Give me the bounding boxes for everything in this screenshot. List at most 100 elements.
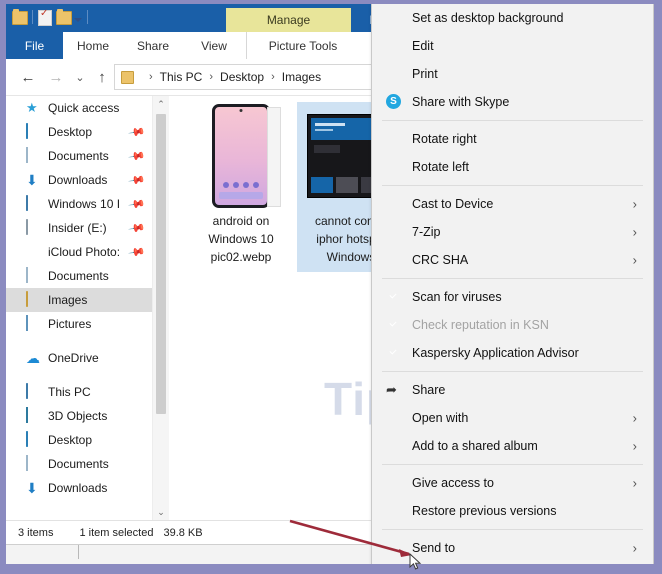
folder-icon[interactable] xyxy=(12,8,28,25)
sidebar-item-images[interactable]: Images xyxy=(6,288,152,312)
tab-share[interactable]: Share xyxy=(124,32,182,59)
chevron-right-icon: › xyxy=(632,475,637,491)
sidebar-item-downloads-2[interactable]: ⬇ Downloads xyxy=(6,476,152,500)
tab-home[interactable]: Home xyxy=(64,32,122,59)
menu-item-crc-sha[interactable]: CRC SHA › xyxy=(372,246,653,274)
contextual-tab-group-manage[interactable]: Manage xyxy=(226,8,351,32)
sidebar-item-label: Documents xyxy=(48,149,109,163)
properties-icon[interactable] xyxy=(38,8,53,26)
pin-icon: 📌 xyxy=(127,172,146,190)
sidebar-item-pictures[interactable]: Pictures xyxy=(6,312,152,336)
menu-item-cast-to-device[interactable]: Cast to Device › xyxy=(372,190,653,218)
onedrive-icon: ☁ xyxy=(26,350,40,366)
scroll-down-icon[interactable]: ⌄ xyxy=(153,504,169,520)
forward-icon[interactable]: → xyxy=(46,67,66,87)
kaspersky-icon xyxy=(386,317,402,333)
menu-item-scan-for-viruses[interactable]: Scan for viruses xyxy=(372,283,653,311)
pin-icon: 📌 xyxy=(127,148,146,166)
menu-item-label: Restore previous versions xyxy=(412,504,557,518)
navigation-scrollbar[interactable]: ⌃ ⌄ xyxy=(152,96,169,520)
menu-item-rotate-left[interactable]: Rotate left xyxy=(372,153,653,181)
3d-objects-icon xyxy=(26,407,42,424)
breadcrumb-item-desktop[interactable]: Desktop xyxy=(220,70,264,84)
menu-item-7-zip[interactable]: 7-Zip › xyxy=(372,218,653,246)
menu-item-rotate-right[interactable]: Rotate right xyxy=(372,125,653,153)
contextual-group-label: Manage xyxy=(266,13,311,27)
menu-item-label: Share xyxy=(412,383,446,397)
menu-separator xyxy=(382,529,643,530)
up-icon[interactable]: ↑ xyxy=(92,67,112,87)
menu-item-share[interactable]: ➦ Share xyxy=(372,376,653,404)
menu-item-print[interactable]: Print xyxy=(372,60,653,88)
navigation-pane: ★ Quick access Desktop 📌 Documents 📌 ⬇ D… xyxy=(6,96,152,520)
sidebar-item-label: Documents xyxy=(48,269,109,283)
menu-item-label: Kaspersky Application Advisor xyxy=(412,346,579,360)
sidebar-item-windows-10[interactable]: Windows 10 I 📌 xyxy=(6,192,152,216)
menu-item-label: Add to a shared album xyxy=(412,439,538,453)
menu-item-add-to-a-shared-album[interactable]: Add to a shared album › xyxy=(372,432,653,460)
menu-item-restore-previous-versions[interactable]: Restore previous versions xyxy=(372,497,653,525)
breadcrumb-item-images[interactable]: Images xyxy=(282,70,321,84)
scrollbar-thumb[interactable] xyxy=(156,114,166,414)
toolbar-divider-2 xyxy=(87,9,88,24)
list-item[interactable]: android on Windows 10 pic02.webp xyxy=(187,102,295,272)
pc-icon xyxy=(26,195,42,212)
sidebar-item-desktop-2[interactable]: Desktop xyxy=(6,428,152,452)
sidebar-item-this-pc[interactable]: This PC xyxy=(6,380,152,404)
menu-item-kaspersky-application-advisor[interactable]: Kaspersky Application Advisor xyxy=(372,339,653,367)
desktop-icon xyxy=(26,123,42,140)
sidebar-item-label: iCloud Photo: xyxy=(48,245,121,259)
breadcrumb-separator-2: › xyxy=(271,71,275,83)
documents-icon xyxy=(26,267,42,284)
share-icon: ➦ xyxy=(386,382,397,397)
sidebar-item-label: This PC xyxy=(48,385,91,399)
customize-caret-icon[interactable] xyxy=(74,17,82,22)
sidebar-item-onedrive[interactable]: ☁ OneDrive xyxy=(6,346,152,370)
android-phone-screenshot-thumbnail xyxy=(187,102,295,210)
sidebar-item-documents[interactable]: Documents 📌 xyxy=(6,144,152,168)
documents-icon xyxy=(26,455,42,472)
file-explorer-window: Manage Images File Home Share View Pictu… xyxy=(6,4,654,564)
new-folder-icon[interactable] xyxy=(56,8,72,25)
menu-item-label: Rotate left xyxy=(412,160,469,174)
menu-separator xyxy=(382,278,643,279)
menu-item-edit[interactable]: Edit xyxy=(372,32,653,60)
breadcrumb-item-this-pc[interactable]: This PC xyxy=(160,70,203,84)
tab-share-label: Share xyxy=(136,38,170,53)
sidebar-item-quick-access[interactable]: ★ Quick access xyxy=(6,96,152,120)
breadcrumb-separator-1: › xyxy=(209,71,214,83)
sidebar-item-3d-objects[interactable]: 3D Objects xyxy=(6,404,152,428)
tab-picture-tools-label: Picture Tools xyxy=(268,38,338,53)
sidebar-item-icloud-photos[interactable]: iCloud Photo: 📌 xyxy=(6,240,152,264)
menu-item-label: CRC SHA xyxy=(412,253,469,267)
menu-item-set-as-desktop-background[interactable]: Set as desktop background xyxy=(372,4,653,32)
sidebar-item-downloads[interactable]: ⬇ Downloads 📌 xyxy=(6,168,152,192)
status-selection: 1 item selected xyxy=(79,527,154,539)
downloads-icon: ⬇ xyxy=(26,172,38,188)
menu-item-share-with-skype[interactable]: S Share with Skype xyxy=(372,88,653,116)
sidebar-item-documents-2[interactable]: Documents xyxy=(6,264,152,288)
menu-item-give-access-to[interactable]: Give access to › xyxy=(372,469,653,497)
menu-item-open-with[interactable]: Open with › xyxy=(372,404,653,432)
chevron-right-icon: › xyxy=(632,540,637,556)
back-icon[interactable]: ← xyxy=(18,67,38,87)
tab-file[interactable]: File xyxy=(6,32,63,59)
tab-picture-tools[interactable]: Picture Tools xyxy=(246,32,359,59)
kaspersky-icon xyxy=(386,345,402,361)
sidebar-item-insider-e[interactable]: Insider (E:) 📌 xyxy=(6,216,152,240)
sidebar-item-label: OneDrive xyxy=(48,351,99,365)
sidebar-item-label: Downloads xyxy=(48,173,108,187)
tab-view[interactable]: View xyxy=(186,32,242,59)
documents-icon xyxy=(26,147,42,164)
sidebar-item-desktop[interactable]: Desktop 📌 xyxy=(6,120,152,144)
sidebar-item-label: 3D Objects xyxy=(48,409,108,423)
scroll-up-icon[interactable]: ⌃ xyxy=(153,96,169,112)
toolbar-divider xyxy=(32,9,33,24)
recent-locations-chevron-down-icon[interactable]: ⌄ xyxy=(70,67,90,87)
chevron-right-icon: › xyxy=(632,196,637,212)
tab-view-label: View xyxy=(201,38,227,53)
pin-icon: 📌 xyxy=(127,124,146,142)
menu-item-send-to[interactable]: Send to › xyxy=(372,534,653,562)
sidebar-item-documents-3[interactable]: Documents xyxy=(6,452,152,476)
